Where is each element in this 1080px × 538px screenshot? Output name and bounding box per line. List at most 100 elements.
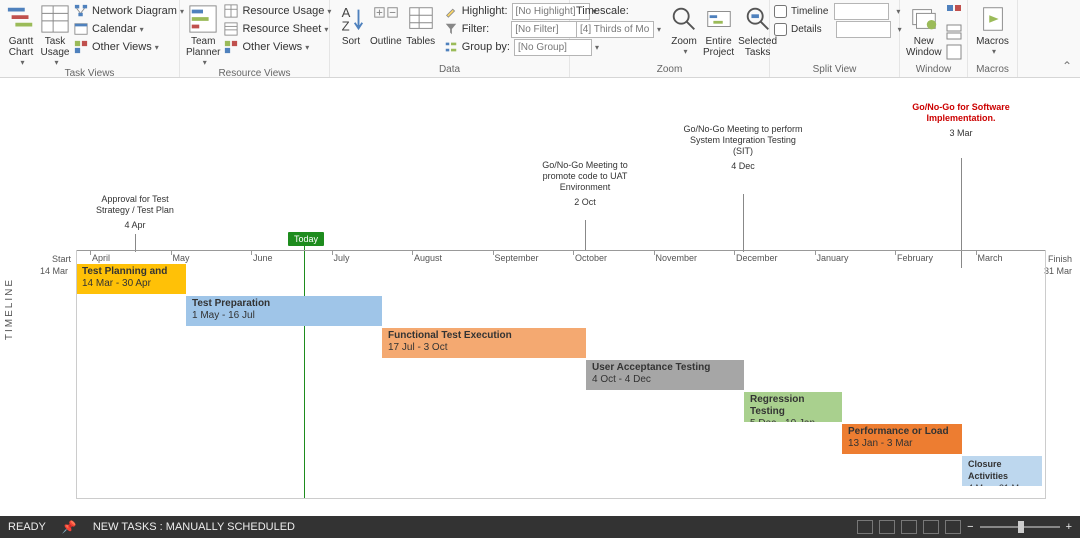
milestone-callout[interactable]: Approval for Test Strategy / Test Plan 4… — [85, 194, 185, 231]
view-team-planner-icon[interactable] — [901, 520, 917, 534]
task-bar[interactable]: Regression Testing 5 Dec - 10 Jan — [744, 392, 842, 422]
axis-month-label: February — [897, 253, 933, 263]
macros-button[interactable]: Macros ▾ — [972, 2, 1013, 56]
gantt-chart-button[interactable]: Gantt Chart ▾ — [4, 2, 38, 67]
group-label-window: Window — [904, 63, 963, 77]
sort-label: Sort — [342, 36, 360, 47]
group-icon — [444, 40, 458, 54]
task-title: Test Planning and — [82, 266, 180, 278]
view-resource-sheet-icon[interactable] — [923, 520, 939, 534]
milestone-callout[interactable]: Go/No-Go for Software Implementation. 3 … — [906, 102, 1016, 139]
zoom-out-button[interactable]: − — [967, 521, 973, 533]
details-checkbox-row[interactable]: Details ▾ — [774, 20, 902, 38]
finish-date: 31 Mar — [1044, 266, 1072, 276]
axis-month-label: October — [575, 253, 607, 263]
group-label-zoom: Zoom — [574, 63, 765, 77]
timeline-checkbox[interactable] — [774, 5, 787, 18]
milestone-callout[interactable]: Go/No-Go Meeting to promote code to UAT … — [530, 160, 640, 208]
dropdown-arrow-icon: ▾ — [992, 47, 996, 56]
calendar-button[interactable]: Calendar▾ — [72, 20, 186, 38]
axis-tick — [895, 250, 896, 255]
highlight-icon — [444, 4, 458, 18]
group-by-label: Group by: — [462, 41, 510, 53]
timescale-label-row: Timescale: — [574, 2, 663, 20]
task-usage-icon — [40, 4, 70, 34]
axis-month-label: August — [414, 253, 442, 263]
outline-button[interactable]: Outline — [368, 2, 404, 47]
milestone-callout[interactable]: Go/No-Go Meeting to perform System Integ… — [683, 124, 803, 172]
arrange-icon[interactable] — [946, 24, 962, 40]
task-bar[interactable]: Test Preparation 1 May - 16 Jul — [186, 296, 382, 326]
entire-project-button[interactable]: Entire Project — [701, 2, 736, 58]
timeline-chart[interactable]: Approval for Test Strategy / Test Plan 4… — [30, 86, 1072, 508]
today-marker[interactable]: Today — [288, 232, 324, 246]
timeline-vertical-label: TIMELINE — [4, 278, 15, 340]
network-diagram-button[interactable]: Network Diagram▾ — [72, 2, 186, 20]
timeline-detail-input[interactable] — [834, 3, 889, 20]
callout-date: 2 Oct — [530, 197, 640, 208]
zoom-in-button[interactable]: + — [1066, 521, 1072, 533]
axis-tick — [412, 250, 413, 255]
team-planner-icon — [188, 4, 218, 34]
view-task-usage-icon[interactable] — [879, 520, 895, 534]
details-detail-input[interactable] — [836, 21, 891, 38]
timeline-checkbox-row[interactable]: Timeline ▾ — [774, 2, 902, 20]
axis-month-label: December — [736, 253, 778, 263]
resource-sheet-button[interactable]: Resource Sheet▾ — [222, 20, 333, 38]
view-gantt-icon[interactable] — [857, 520, 873, 534]
status-bar: READY 📌 NEW TASKS : MANUALLY SCHEDULED −… — [0, 516, 1080, 538]
resource-sheet-icon — [224, 22, 238, 36]
timeline-panel: TIMELINE Approval for Test Strategy / Te… — [0, 78, 1080, 516]
resource-usage-icon — [224, 4, 238, 18]
dropdown-arrow-icon[interactable]: ▾ — [657, 25, 661, 34]
switch-window-icon[interactable] — [946, 4, 962, 20]
tables-button[interactable]: Tables — [404, 2, 438, 47]
sort-button[interactable]: AZ Sort — [334, 2, 368, 47]
network-icon — [74, 4, 88, 18]
team-planner-label: Team Planner — [186, 36, 220, 58]
hide-icon[interactable] — [946, 44, 962, 60]
team-planner-button[interactable]: Team Planner ▾ — [184, 2, 222, 67]
task-dates: 4 Oct - 4 Dec — [592, 374, 738, 386]
zoom-slider[interactable] — [980, 526, 1060, 528]
task-bar[interactable]: Functional Test Execution 17 Jul - 3 Oct — [382, 328, 586, 358]
other-resource-views-button[interactable]: Other Views▾ — [222, 38, 333, 56]
view-report-icon[interactable] — [945, 520, 961, 534]
task-title: Closure Activities — [968, 458, 1036, 482]
ribbon-collapse-icon[interactable]: ⌃ — [1062, 59, 1072, 73]
tables-label: Tables — [406, 36, 435, 47]
task-bar[interactable]: User Acceptance Testing 4 Oct - 4 Dec — [586, 360, 744, 390]
axis-month-label: July — [334, 253, 350, 263]
status-newtasks[interactable]: NEW TASKS : MANUALLY SCHEDULED — [93, 521, 295, 533]
axis-tick — [734, 250, 735, 255]
other-resource-views-label: Other Views — [242, 41, 302, 53]
axis-tick — [171, 250, 172, 255]
timeline-right-border — [1045, 250, 1046, 498]
macros-label: Macros — [976, 36, 1009, 47]
task-title: User Acceptance Testing — [592, 362, 738, 374]
pin-icon[interactable]: 📌 — [62, 520, 77, 534]
timescale-value-row: ▾ — [574, 20, 663, 38]
timescale-input[interactable] — [576, 21, 654, 38]
highlight-label: Highlight: — [462, 5, 508, 17]
other-views-button[interactable]: Other Views▾ — [72, 38, 186, 56]
group-window: New Window Window — [900, 0, 968, 77]
task-bar[interactable]: Closure Activities 4 Mar - 31 Mar — [962, 456, 1042, 486]
axis-tick — [815, 250, 816, 255]
callout-text: Go/No-Go Meeting to perform System Integ… — [683, 124, 802, 156]
new-window-icon — [909, 4, 939, 34]
new-window-button[interactable]: New Window — [904, 2, 944, 58]
task-title: Regression Testing — [750, 394, 836, 418]
task-bar[interactable]: Test Planning and 14 Mar - 30 Apr — [76, 264, 186, 294]
task-usage-button[interactable]: Task Usage ▾ — [38, 2, 72, 67]
task-bar[interactable]: Performance or Load 13 Jan - 3 Mar — [842, 424, 962, 454]
sort-icon: AZ — [336, 4, 366, 34]
details-checkbox[interactable] — [774, 23, 787, 36]
selected-tasks-icon — [743, 4, 773, 34]
timeline-checkbox-label: Timeline — [791, 6, 828, 17]
dropdown-arrow-icon: ▾ — [324, 25, 328, 34]
resource-usage-button[interactable]: Resource Usage▾ — [222, 2, 333, 20]
zoom-button[interactable]: Zoom ▾ — [667, 2, 701, 56]
callout-date: 4 Dec — [683, 161, 803, 172]
axis-month-label: May — [173, 253, 190, 263]
